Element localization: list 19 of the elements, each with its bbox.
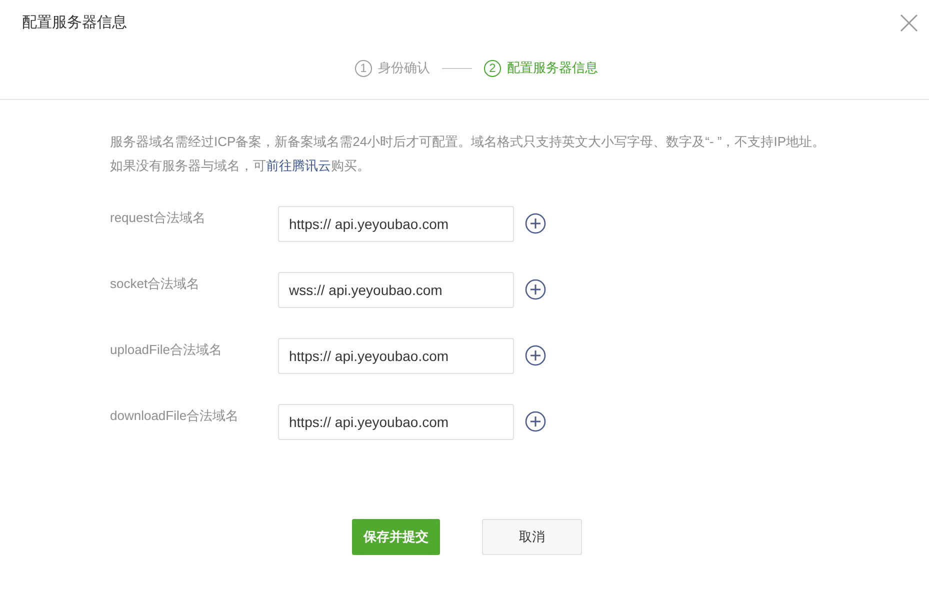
field-label: request合法域名 (110, 209, 206, 227)
domain-field[interactable]: https:// api.yeyoubao.com (278, 206, 514, 242)
field-label: uploadFile合法域名 (110, 341, 223, 359)
domain-field[interactable]: https:// api.yeyoubao.com (278, 338, 514, 374)
step-indicator: 2 配置服务器信息 (484, 58, 598, 78)
notice-text: 服务器域名需经过ICP备案，新备案域名需24小时后才可配置。域名格式只支持英文大小写字母、数字及“- ”，不支持IP地址。如果没有服务器与域名，可前往腾讯云购买。 (110, 133, 826, 175)
step-indicator: 1 身份确认 (355, 58, 430, 78)
field-label: downloadFile合法域名 (110, 407, 240, 425)
close-icon[interactable] (899, 13, 919, 33)
dialog-title: 配置服务器信息 (22, 12, 127, 33)
add-icon[interactable] (525, 213, 546, 234)
cancel-button[interactable]: 取消 (482, 519, 582, 555)
domain-field[interactable]: wss:// api.yeyoubao.com (278, 272, 514, 308)
domain-field[interactable]: https:// api.yeyoubao.com (278, 404, 514, 440)
field-label: socket合法域名 (110, 275, 201, 293)
add-icon[interactable] (525, 411, 546, 432)
add-icon[interactable] (525, 345, 546, 366)
add-icon[interactable] (525, 279, 546, 300)
purchase-link[interactable]: 前往腾讯云 (266, 158, 331, 173)
